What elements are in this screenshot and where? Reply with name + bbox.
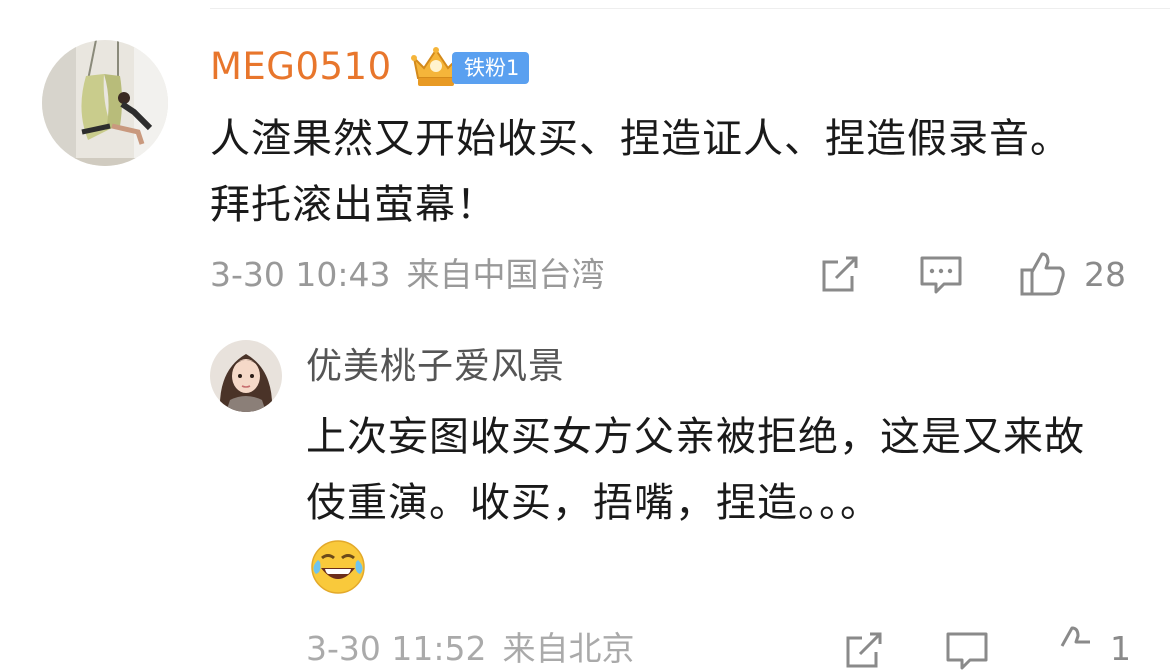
reply-like-count: 1 — [1110, 629, 1131, 668]
share-icon[interactable] — [818, 252, 862, 296]
laugh-cry-emoji — [311, 540, 365, 594]
reply-share-icon[interactable] — [842, 628, 886, 672]
comment-icon[interactable] — [918, 252, 964, 296]
fan-badge: 铁粉1 — [452, 52, 530, 84]
reply-meta: 3-30 11:52 来自北京 — [306, 626, 635, 672]
comment-location: 来自中国台湾 — [406, 255, 605, 294]
comment-date: 3-30 10:43 — [210, 255, 391, 294]
avatar[interactable] — [42, 40, 168, 166]
reply-location: 来自北京 — [502, 629, 635, 668]
comment-meta: 3-30 10:43 来自中国台湾 — [210, 252, 605, 298]
reply-date: 3-30 11:52 — [306, 629, 487, 668]
top-divider — [210, 8, 1170, 9]
reply-comment-icon[interactable] — [944, 628, 990, 672]
like-icon[interactable] — [1018, 250, 1068, 298]
reply-username[interactable]: 优美桃子爱风景 — [306, 342, 565, 392]
comment-text: 人渣果然又开始收买、捏造证人、捏造假录音。拜托滚出萤幕！ — [210, 116, 1071, 228]
username[interactable]: MEG0510 — [210, 42, 392, 92]
reply-text: 上次妄图收买女方父亲被拒绝，这是又来故伎重演。收买，捂嘴，捏造。。。 — [306, 414, 1085, 526]
reply-avatar[interactable] — [210, 340, 282, 412]
like-count: 28 — [1084, 255, 1126, 294]
reply-like-icon[interactable] — [1048, 624, 1098, 672]
